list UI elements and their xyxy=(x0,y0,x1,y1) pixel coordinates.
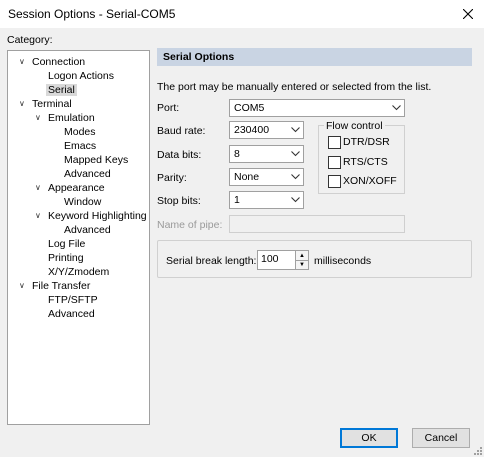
tree-item-serial[interactable]: Serial xyxy=(46,83,77,97)
tree-item-advanced[interactable]: Advanced xyxy=(62,223,113,237)
break-length-value[interactable]: 100 xyxy=(261,253,279,265)
chevron-down-icon[interactable] xyxy=(289,122,301,138)
stop-bits-select[interactable]: 1 xyxy=(229,191,304,209)
tree-item-label: File Transfer xyxy=(32,280,91,292)
data-bits-label: Data bits: xyxy=(157,149,202,161)
port-label: Port: xyxy=(157,102,180,114)
tree-item-keyword-highlighting[interactable]: ∨ Keyword Highlighting xyxy=(35,209,149,223)
pipe-name-label: Name of pipe: xyxy=(157,219,223,231)
port-select[interactable]: COM5 xyxy=(229,99,405,117)
collapse-icon[interactable]: ∨ xyxy=(35,181,45,195)
window-title: Session Options - Serial-COM5 xyxy=(8,7,176,21)
break-length-unit: milliseconds xyxy=(314,255,372,267)
stop-bits-value: 1 xyxy=(234,194,240,206)
tree-item-label: Log File xyxy=(48,238,86,250)
baud-rate-label: Baud rate: xyxy=(157,125,206,137)
tree-item-window[interactable]: Window xyxy=(62,195,103,209)
tree-item-label: Window xyxy=(64,196,102,208)
tree-item-advanced[interactable]: Advanced xyxy=(62,167,113,181)
close-icon xyxy=(463,9,473,19)
chevron-down-icon[interactable] xyxy=(390,100,402,116)
tree-item-file-transfer[interactable]: ∨ File Transfer xyxy=(19,279,92,293)
tree-item-ftp-sftp[interactable]: FTP/SFTP xyxy=(46,293,100,307)
collapse-icon[interactable]: ∨ xyxy=(35,111,45,125)
tree-item-label: Serial xyxy=(46,84,77,96)
chevron-down-icon[interactable] xyxy=(289,169,301,185)
tree-item-appearance[interactable]: ∨ Appearance xyxy=(35,181,107,195)
port-value: COM5 xyxy=(234,102,265,114)
tree-item-label: Connection xyxy=(32,56,86,68)
tree-item-label: Keyword Highlighting xyxy=(48,210,147,222)
tree-item-label: Appearance xyxy=(48,182,105,194)
baud-rate-select[interactable]: 230400 xyxy=(229,121,304,139)
xon-xoff-label: XON/XOFF xyxy=(343,175,397,187)
port-description: The port may be manually entered or sele… xyxy=(157,81,432,93)
collapse-icon[interactable]: ∨ xyxy=(35,209,45,223)
tree-item-mapped-keys[interactable]: Mapped Keys xyxy=(62,153,130,167)
flow-control-title: Flow control xyxy=(324,120,385,132)
pipe-name-input[interactable] xyxy=(229,215,405,233)
checkbox-box[interactable] xyxy=(328,136,341,149)
tree-item-label: Emacs xyxy=(64,140,97,152)
close-button[interactable] xyxy=(452,0,484,28)
tree-item-modes[interactable]: Modes xyxy=(62,125,98,139)
chevron-down-icon[interactable] xyxy=(289,192,301,208)
rts-cts-label: RTS/CTS xyxy=(343,156,388,168)
tree-item-printing[interactable]: Printing xyxy=(46,251,86,265)
tree-item-label: Logon Actions xyxy=(48,70,114,82)
tree-item-xyzmodem[interactable]: X/Y/Zmodem xyxy=(46,265,111,279)
tree-item-label: Modes xyxy=(64,126,96,138)
tree-item-label: Advanced xyxy=(64,224,111,236)
dtr-dsr-label: DTR/DSR xyxy=(343,136,390,148)
break-length-spinner[interactable]: 100 ▲ ▼ xyxy=(257,250,309,270)
title-bar: Session Options - Serial-COM5 xyxy=(0,0,484,28)
collapse-icon[interactable]: ∨ xyxy=(19,97,29,111)
dialog-body: Category: ∨ Connection Logon Actions Ser… xyxy=(0,28,484,457)
break-length-label: Serial break length: xyxy=(166,255,257,267)
cancel-button[interactable]: Cancel xyxy=(412,428,470,448)
tree-item-label: X/Y/Zmodem xyxy=(48,266,110,278)
tree-item-label: Printing xyxy=(48,252,84,264)
parity-value: None xyxy=(234,171,260,183)
checkbox-box[interactable] xyxy=(328,156,341,169)
chevron-down-icon[interactable] xyxy=(289,146,301,162)
category-tree[interactable]: ∨ Connection Logon Actions Serial ∨ Term… xyxy=(7,50,150,425)
tree-item-connection[interactable]: ∨ Connection xyxy=(19,55,87,69)
data-bits-select[interactable]: 8 xyxy=(229,145,304,163)
tree-item-label: Mapped Keys xyxy=(64,154,129,166)
tree-item-emulation[interactable]: ∨ Emulation xyxy=(35,111,97,125)
collapse-icon[interactable]: ∨ xyxy=(19,55,29,69)
tree-item-logon-actions[interactable]: Logon Actions xyxy=(46,69,116,83)
parity-label: Parity: xyxy=(157,172,187,184)
collapse-icon[interactable]: ∨ xyxy=(19,279,29,293)
ok-button[interactable]: OK xyxy=(340,428,398,448)
resize-grip-icon[interactable] xyxy=(472,445,482,455)
parity-select[interactable]: None xyxy=(229,168,304,186)
tree-item-label: Advanced xyxy=(48,308,95,320)
category-label: Category: xyxy=(7,34,53,46)
data-bits-value: 8 xyxy=(234,148,240,160)
tree-item-log-file[interactable]: Log File xyxy=(46,237,87,251)
tree-item-label: FTP/SFTP xyxy=(48,294,98,306)
stop-bits-label: Stop bits: xyxy=(157,195,201,207)
tree-item-label: Advanced xyxy=(64,168,111,180)
tree-item-emacs[interactable]: Emacs xyxy=(62,139,98,153)
spin-up-icon[interactable]: ▲ xyxy=(295,251,308,260)
checkbox-box[interactable] xyxy=(328,175,341,188)
tree-item-terminal[interactable]: ∨ Terminal xyxy=(19,97,74,111)
spin-down-icon[interactable]: ▼ xyxy=(295,260,308,269)
section-header: Serial Options xyxy=(157,48,472,66)
baud-rate-value: 230400 xyxy=(234,124,270,136)
tree-item-advanced[interactable]: Advanced xyxy=(46,307,97,321)
tree-item-label: Terminal xyxy=(32,98,72,110)
tree-item-label: Emulation xyxy=(48,112,95,124)
